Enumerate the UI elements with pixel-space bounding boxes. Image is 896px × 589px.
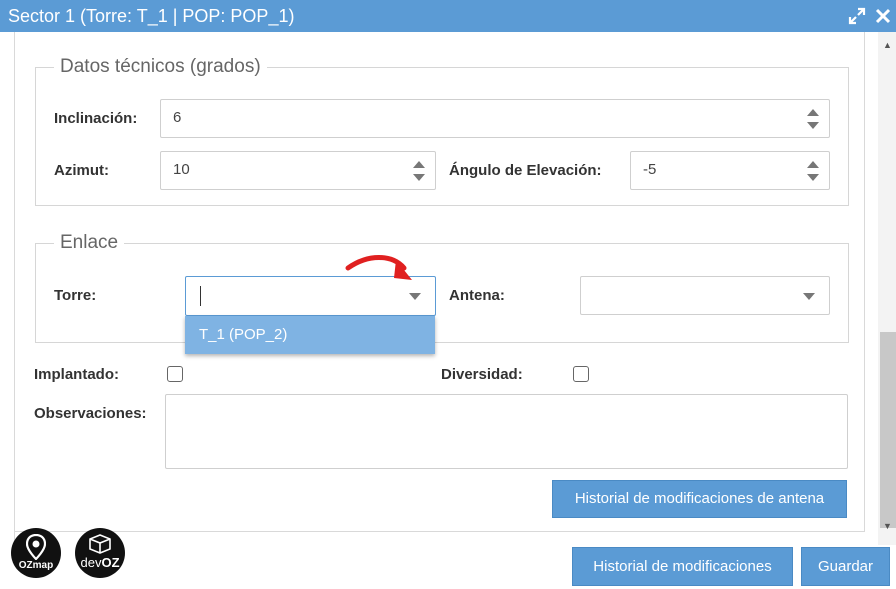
- elevacion-value: -5: [643, 161, 657, 178]
- historial-antena-button[interactable]: Historial de modificaciones de antena: [552, 480, 847, 518]
- antena-select[interactable]: [580, 276, 830, 315]
- chevron-down-icon[interactable]: [803, 293, 815, 300]
- implantado-checkbox[interactable]: [167, 366, 183, 382]
- devoz-logo-prefix: dev: [80, 555, 102, 570]
- observaciones-label: Observaciones:: [34, 405, 147, 422]
- observaciones-textarea[interactable]: [165, 394, 848, 469]
- map-pin-icon: [26, 534, 46, 560]
- dropdown-option[interactable]: T_1 (POP_2): [199, 326, 287, 343]
- elevacion-input[interactable]: -5: [630, 151, 830, 190]
- panel-border: [14, 32, 15, 545]
- antena-label: Antena:: [449, 287, 505, 304]
- diversidad-label: Diversidad:: [441, 366, 523, 383]
- torre-label: Torre:: [54, 287, 97, 304]
- elevacion-label: Ángulo de Elevación:: [449, 162, 602, 179]
- azimut-input[interactable]: 10: [160, 151, 436, 190]
- red-arrow-icon: [345, 255, 412, 280]
- azimut-label: Azimut:: [54, 162, 109, 179]
- spinner-icon[interactable]: [413, 160, 425, 182]
- devoz-logo: devOZ: [75, 528, 125, 578]
- scrollbar-thumb[interactable]: [880, 332, 896, 528]
- close-icon[interactable]: [874, 7, 892, 25]
- ozmap-logo: OZmap: [11, 528, 61, 578]
- panel-border: [864, 32, 865, 532]
- spinner-icon[interactable]: [807, 160, 819, 182]
- spinner-icon[interactable]: [807, 108, 819, 130]
- devoz-logo-text: devOZ: [75, 555, 125, 570]
- datos-tecnicos-legend: Datos técnicos (grados): [54, 56, 267, 78]
- window-titlebar: Sector 1 (Torre: T_1 | POP: POP_1): [0, 0, 896, 32]
- ozmap-logo-text: OZmap: [18, 560, 54, 571]
- inclinacion-input[interactable]: 6: [160, 99, 830, 138]
- text-cursor: [200, 286, 201, 306]
- inclinacion-value: 6: [173, 109, 182, 126]
- scroll-down-icon[interactable]: ▼: [883, 521, 892, 531]
- azimut-value: 10: [173, 161, 190, 178]
- diversidad-checkbox[interactable]: [573, 366, 589, 382]
- guardar-button[interactable]: Guardar: [801, 547, 890, 586]
- inclinacion-label: Inclinación:: [54, 110, 138, 127]
- torre-dropdown-list: T_1 (POP_2): [185, 316, 435, 354]
- expand-icon[interactable]: [848, 7, 866, 25]
- historial-button[interactable]: Historial de modificaciones: [572, 547, 793, 586]
- chevron-down-icon[interactable]: [409, 293, 421, 300]
- box-icon: [89, 534, 111, 554]
- enlace-legend: Enlace: [54, 232, 125, 254]
- panel-border: [14, 531, 865, 532]
- implantado-label: Implantado:: [34, 366, 119, 383]
- window-title: Sector 1 (Torre: T_1 | POP: POP_1): [8, 6, 295, 26]
- scroll-up-icon[interactable]: ▲: [883, 40, 892, 50]
- devoz-logo-suffix: OZ: [101, 555, 120, 570]
